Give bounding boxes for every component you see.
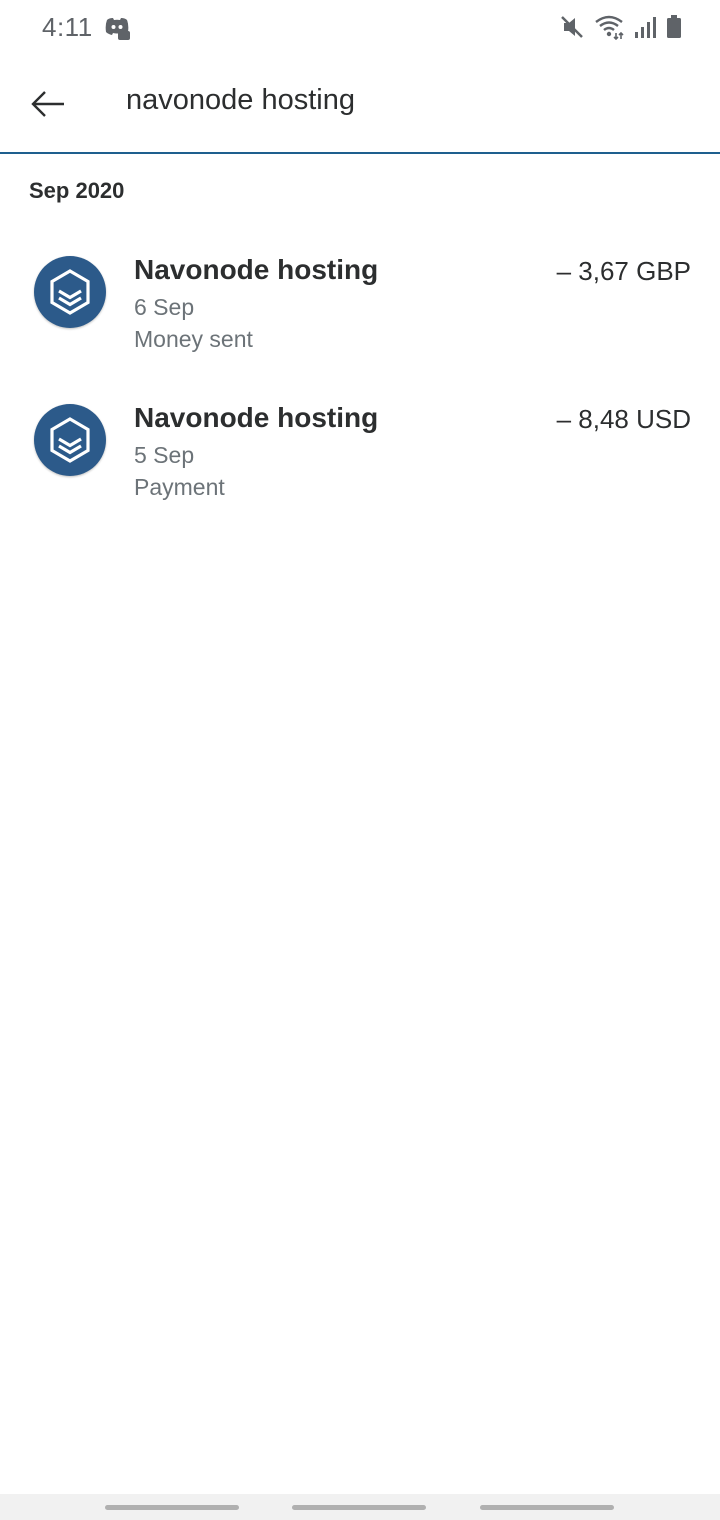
merchant-logo-icon	[34, 404, 106, 476]
nav-back-handle[interactable]	[480, 1505, 614, 1510]
gesture-nav-bar	[0, 1494, 720, 1520]
search-input[interactable]	[126, 84, 686, 117]
transaction-row[interactable]: Navonode hosting 5 Sep Payment – 8,48 US…	[0, 374, 720, 522]
transaction-date: 5 Sep	[134, 442, 195, 468]
merchant-logo-icon	[34, 256, 106, 328]
transaction-amount: – 8,48 USD	[556, 404, 691, 434]
nav-home-handle[interactable]	[292, 1505, 426, 1510]
transaction-row[interactable]: Navonode hosting 6 Sep Money sent – 3,67…	[0, 226, 720, 374]
status-time: 4:11	[42, 12, 93, 42]
mute-icon	[560, 14, 584, 40]
transaction-date: 6 Sep	[134, 294, 195, 320]
back-button[interactable]	[22, 78, 74, 130]
search-header	[0, 56, 720, 154]
status-bar: 4:11	[0, 0, 720, 56]
month-section-header: Sep 2020	[29, 178, 125, 203]
transaction-type: Money sent	[134, 326, 253, 352]
transaction-amount: – 3,67 GBP	[556, 256, 691, 286]
wifi-icon	[594, 14, 624, 40]
transaction-merchant-name: Navonode hosting	[134, 402, 379, 433]
transaction-search-screen: 4:11 navonode hosting Sep 2020 Navonode …	[0, 0, 720, 1520]
discord-icon	[104, 16, 130, 40]
battery-icon	[666, 15, 682, 39]
transaction-type: Payment	[134, 474, 225, 500]
back-arrow-icon	[31, 91, 64, 117]
transaction-list: Navonode hosting 6 Sep Money sent – 3,67…	[0, 226, 720, 522]
nav-recents-handle[interactable]	[105, 1505, 239, 1510]
transaction-merchant-name: Navonode hosting	[134, 254, 379, 285]
status-icons	[560, 14, 682, 40]
signal-icon	[634, 15, 656, 39]
